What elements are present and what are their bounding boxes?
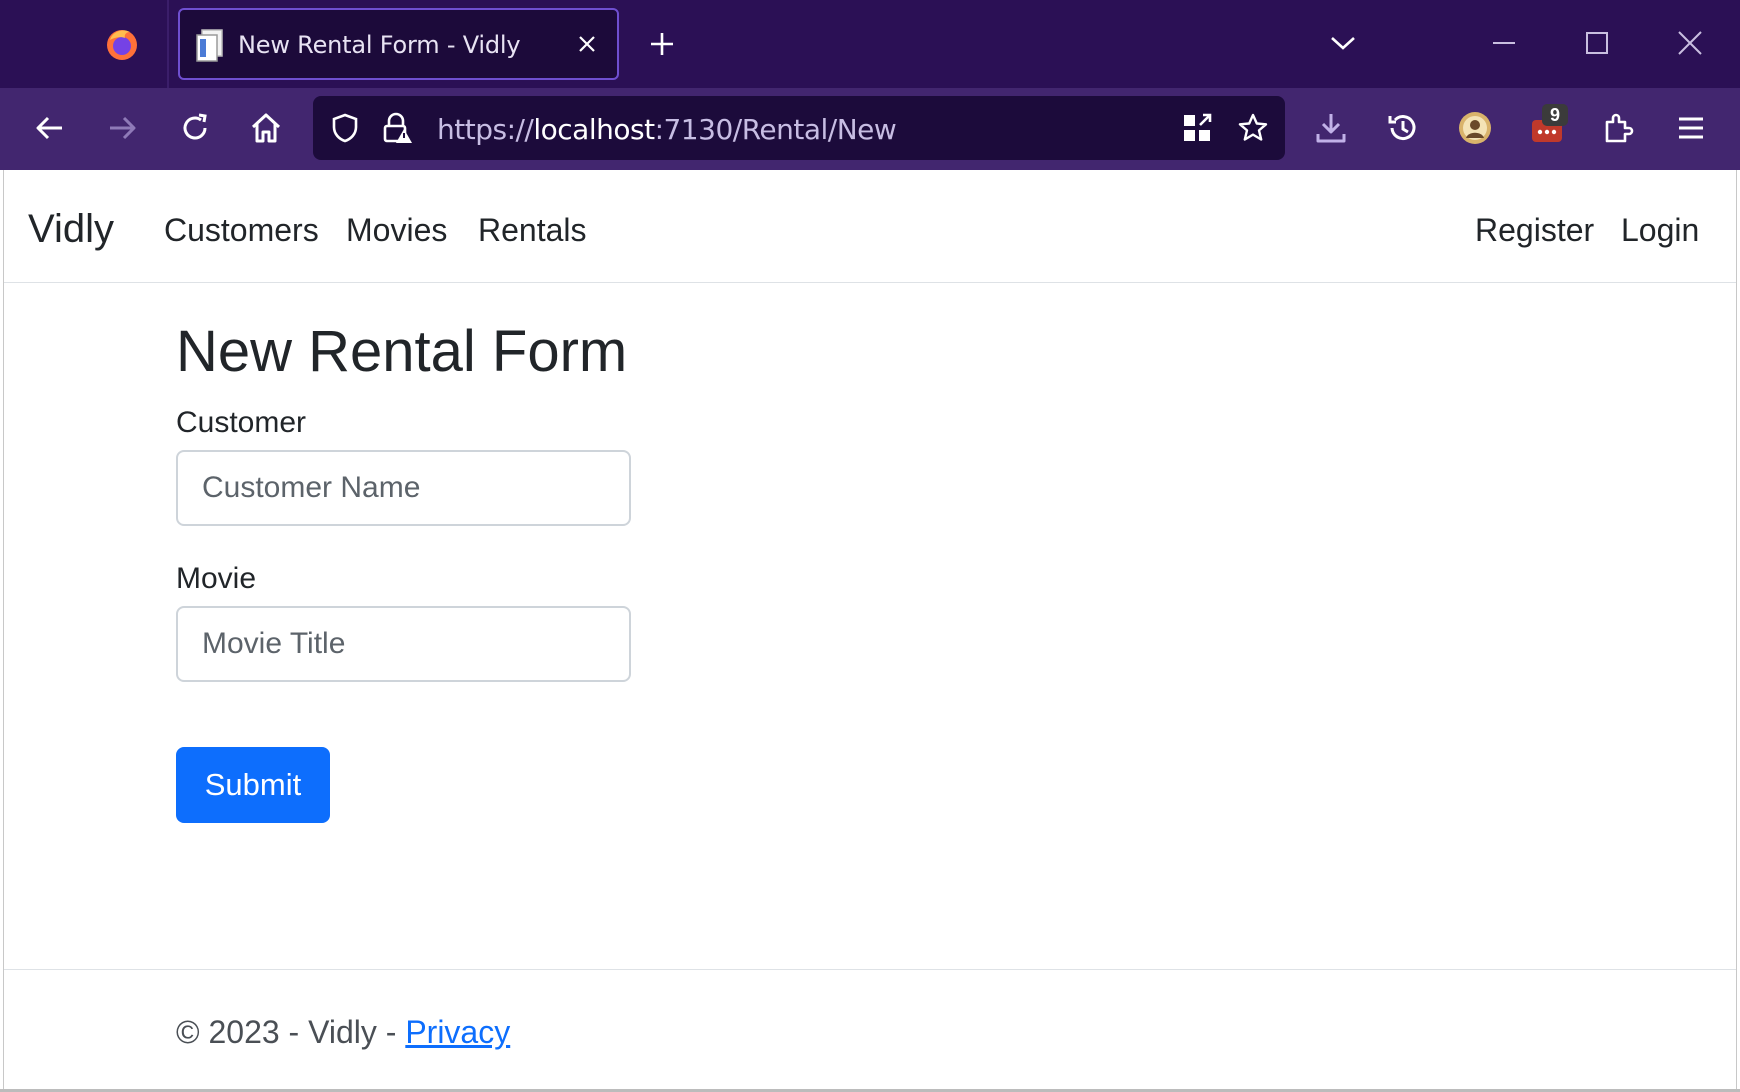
page-icon	[196, 29, 223, 62]
page-title: New Rental Form	[176, 319, 628, 384]
submit-button[interactable]: Submit	[176, 747, 330, 823]
chevron-down-icon[interactable]	[1329, 32, 1357, 54]
tab-separator	[167, 0, 169, 88]
close-icon[interactable]	[575, 32, 599, 56]
nav-movies[interactable]: Movies	[346, 212, 447, 249]
movie-title-input[interactable]	[176, 606, 631, 682]
nav-rentals[interactable]: Rentals	[478, 212, 587, 249]
puzzle-icon[interactable]	[1601, 110, 1637, 146]
active-tab[interactable]: New Rental Form - Vidly	[178, 8, 619, 80]
back-icon[interactable]	[32, 110, 68, 146]
history-icon[interactable]	[1385, 110, 1421, 146]
tab-title: New Rental Form - Vidly	[238, 31, 521, 59]
download-icon[interactable]	[1313, 110, 1349, 146]
lock-warning-icon[interactable]	[381, 112, 413, 144]
nav-register[interactable]: Register	[1475, 212, 1594, 249]
web-page: Vidly Customers Movies Rentals Register …	[3, 170, 1737, 1092]
privacy-link[interactable]: Privacy	[405, 1014, 510, 1050]
qr-icon[interactable]	[1181, 112, 1213, 144]
star-icon[interactable]	[1237, 112, 1269, 144]
url-bar[interactable]: https://localhost:7130/Rental/New	[313, 96, 1285, 160]
brand-link[interactable]: Vidly	[28, 207, 114, 252]
extension-badge: 9	[1542, 104, 1568, 126]
site-footer: © 2023 - Vidly - Privacy	[4, 969, 1736, 1092]
firefox-logo-icon[interactable]	[104, 26, 140, 62]
nav-customers[interactable]: Customers	[164, 212, 319, 249]
shield-icon[interactable]	[329, 112, 361, 144]
forward-icon[interactable]	[104, 110, 140, 146]
movie-label: Movie	[176, 562, 257, 595]
copyright-text: © 2023 - Vidly -	[176, 1014, 406, 1050]
customer-name-input[interactable]	[176, 450, 631, 526]
avatar-icon[interactable]	[1457, 110, 1493, 146]
customer-label: Customer	[176, 406, 307, 439]
url-text[interactable]: https://localhost:7130/Rental/New	[437, 113, 897, 146]
menu-icon[interactable]	[1673, 110, 1709, 146]
plus-icon[interactable]	[648, 30, 676, 58]
site-navbar: Vidly Customers Movies Rentals Register …	[4, 170, 1736, 283]
reload-icon[interactable]	[177, 110, 213, 146]
minimize-icon[interactable]	[1489, 28, 1519, 58]
home-icon[interactable]	[248, 110, 284, 146]
nav-login[interactable]: Login	[1621, 212, 1699, 249]
maximize-icon[interactable]	[1582, 28, 1612, 58]
close-window-icon[interactable]	[1675, 28, 1705, 58]
footer-text: © 2023 - Vidly - Privacy	[176, 1014, 510, 1051]
browser-tab-bar: New Rental Form - Vidly	[0, 0, 1740, 88]
